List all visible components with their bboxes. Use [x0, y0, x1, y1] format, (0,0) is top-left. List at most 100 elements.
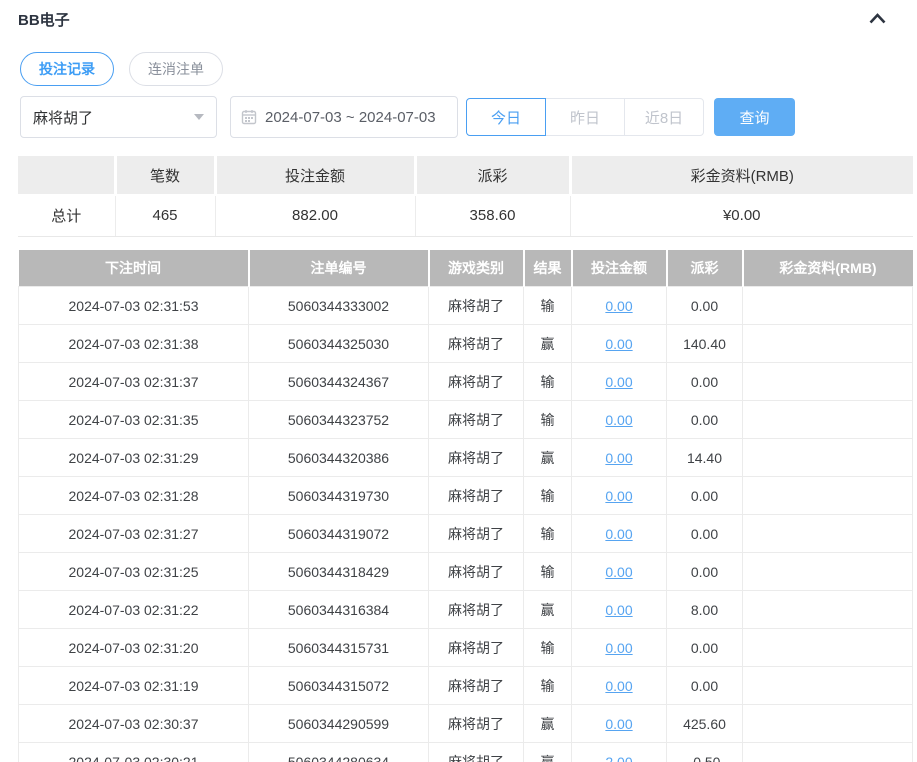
bet-amount-link[interactable]: 0.00: [605, 374, 632, 390]
summary-total-label: 总计: [18, 195, 116, 237]
bet-time-cell: 2024-07-03 02:31:35: [18, 400, 249, 439]
game-type-cell: 麻将胡了: [428, 552, 524, 591]
game-type-cell: 麻将胡了: [428, 362, 524, 401]
bet-amount-link[interactable]: 0.00: [605, 678, 632, 694]
order-number-cell: 5060344333002: [248, 286, 429, 325]
payout-cell: 14.40: [666, 438, 743, 477]
search-button[interactable]: 查询: [714, 98, 795, 136]
bet-amount-cell: 0.00: [571, 666, 667, 705]
bonus-cell: [742, 438, 913, 477]
result-cell: 赢: [523, 590, 572, 629]
game-type-cell: 麻将胡了: [428, 742, 524, 762]
bet-amount-cell: 2.00: [571, 742, 667, 762]
result-cell: 赢: [523, 742, 572, 762]
bet-amount-cell: 0.00: [571, 286, 667, 325]
bet-amount-cell: 0.00: [571, 438, 667, 477]
order-number-cell: 5060344323752: [248, 400, 429, 439]
bet-time-cell: 2024-07-03 02:31:22: [18, 590, 249, 629]
game-select[interactable]: 麻将胡了: [20, 96, 217, 138]
table-row: 2024-07-03 02:31:53 5060344333002 麻将胡了 输…: [18, 286, 913, 325]
order-number-cell: 5060344315731: [248, 628, 429, 667]
bet-time-cell: 2024-07-03 02:31:19: [18, 666, 249, 705]
payout-cell: 0.00: [666, 666, 743, 705]
records-col-bet-time: 下注时间: [18, 249, 250, 287]
summary-col-bet-amount: 投注金额: [215, 156, 417, 196]
payout-cell: 0.00: [666, 628, 743, 667]
game-type-cell: 麻将胡了: [428, 514, 524, 553]
today-button[interactable]: 今日: [466, 98, 546, 136]
bet-amount-link[interactable]: 2.00: [605, 754, 632, 762]
bet-amount-link[interactable]: 0.00: [605, 336, 632, 352]
bet-amount-link[interactable]: 0.00: [605, 716, 632, 732]
table-row: 2024-07-03 02:31:25 5060344318429 麻将胡了 输…: [18, 552, 913, 591]
table-row: 2024-07-03 02:31:19 5060344315072 麻将胡了 输…: [18, 666, 913, 705]
result-cell: 输: [523, 286, 572, 325]
bet-time-cell: 2024-07-03 02:31:28: [18, 476, 249, 515]
order-number-cell: 5060344280634: [248, 742, 429, 762]
bet-amount-cell: 0.00: [571, 324, 667, 363]
records-col-game-type: 游戏类别: [428, 249, 525, 287]
bet-amount-cell: 0.00: [571, 362, 667, 401]
bonus-cell: [742, 324, 913, 363]
bet-amount-cell: 0.00: [571, 552, 667, 591]
bonus-cell: [742, 590, 913, 629]
bet-amount-link[interactable]: 0.00: [605, 640, 632, 656]
result-cell: 输: [523, 628, 572, 667]
payout-cell: 0.00: [666, 400, 743, 439]
order-number-cell: 5060344315072: [248, 666, 429, 705]
date-range-picker[interactable]: 2024-07-03 ~ 2024-07-03: [230, 96, 458, 138]
collapse-panel-button[interactable]: [869, 11, 886, 27]
bet-amount-link[interactable]: 0.00: [605, 488, 632, 504]
order-number-cell: 5060344319072: [248, 514, 429, 553]
bet-amount-cell: 0.00: [571, 590, 667, 629]
bet-time-cell: 2024-07-03 02:31:27: [18, 514, 249, 553]
result-cell: 输: [523, 362, 572, 401]
bet-time-cell: 2024-07-03 02:31:53: [18, 286, 249, 325]
result-cell: 输: [523, 400, 572, 439]
bet-amount-link[interactable]: 0.00: [605, 526, 632, 542]
table-row: 2024-07-03 02:31:37 5060344324367 麻将胡了 输…: [18, 362, 913, 401]
game-type-cell: 麻将胡了: [428, 628, 524, 667]
bet-time-cell: 2024-07-03 02:31:37: [18, 362, 249, 401]
bonus-cell: [742, 362, 913, 401]
bonus-cell: [742, 400, 913, 439]
records-col-order-number: 注单编号: [248, 249, 430, 287]
payout-cell: 0.00: [666, 476, 743, 515]
bonus-cell: [742, 704, 913, 743]
tab-bet-records[interactable]: 投注记录: [20, 52, 114, 86]
filter-bar: 麻将胡了 2024-07-03 ~ 2024-07-03 今日 昨日 近8日 查…: [20, 96, 915, 138]
calendar-icon: [241, 109, 257, 125]
bet-amount-link[interactable]: 0.00: [605, 450, 632, 466]
order-number-cell: 5060344325030: [248, 324, 429, 363]
bonus-cell: [742, 742, 913, 762]
tab-cancelled-orders[interactable]: 连消注单: [129, 52, 223, 86]
payout-cell: 0.00: [666, 362, 743, 401]
bet-time-cell: 2024-07-03 02:30:37: [18, 704, 249, 743]
summary-col-payout: 派彩: [415, 156, 572, 196]
yesterday-button[interactable]: 昨日: [545, 98, 625, 136]
last-8-days-button[interactable]: 近8日: [624, 98, 704, 136]
bet-amount-link[interactable]: 0.00: [605, 564, 632, 580]
bet-amount-cell: 0.00: [571, 476, 667, 515]
summary-col-empty: [18, 156, 117, 196]
bet-amount-cell: 0.00: [571, 400, 667, 439]
bet-amount-cell: 0.00: [571, 514, 667, 553]
order-number-cell: 5060344319730: [248, 476, 429, 515]
table-row: 2024-07-03 02:31:22 5060344316384 麻将胡了 赢…: [18, 590, 913, 629]
records-col-payout: 派彩: [666, 249, 744, 287]
bet-amount-cell: 0.00: [571, 628, 667, 667]
records-table: 下注时间 注单编号 游戏类别 结果 投注金额 派彩 彩金资料(RMB) 2024…: [18, 249, 913, 762]
order-number-cell: 5060344320386: [248, 438, 429, 477]
summary-header-row: 笔数 投注金额 派彩 彩金资料(RMB): [18, 156, 913, 196]
bet-time-cell: 2024-07-03 02:31:29: [18, 438, 249, 477]
bet-amount-link[interactable]: 0.00: [605, 412, 632, 428]
payout-cell: 425.60: [666, 704, 743, 743]
bonus-cell: [742, 666, 913, 705]
table-row: 2024-07-03 02:31:35 5060344323752 麻将胡了 输…: [18, 400, 913, 439]
table-row: 2024-07-03 02:31:28 5060344319730 麻将胡了 输…: [18, 476, 913, 515]
records-col-bonus: 彩金资料(RMB): [742, 249, 913, 287]
bet-amount-link[interactable]: 0.00: [605, 298, 632, 314]
result-cell: 赢: [523, 704, 572, 743]
bet-amount-link[interactable]: 0.00: [605, 602, 632, 618]
summary-total-payout: 358.60: [415, 195, 571, 237]
